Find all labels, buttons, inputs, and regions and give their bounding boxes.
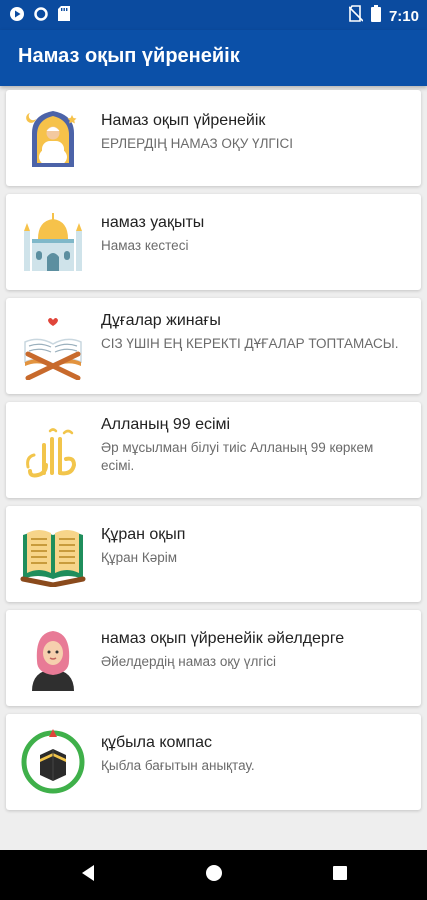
item-subtitle: СІЗ ҮШІН ЕҢ КЕРЕКТІ ДҰҒАЛАР ТОПТАМАСЫ. bbox=[101, 336, 399, 351]
clock: 7:10 bbox=[388, 7, 419, 25]
item-subtitle: Әйелдердің намаз оқу үлгісі bbox=[101, 654, 277, 669]
item-title: Алланың 99 есімі bbox=[101, 416, 231, 433]
item-title: намаз оқып үйренейік әйелдерге bbox=[101, 630, 345, 647]
sd-card-icon bbox=[58, 6, 70, 26]
app-bar: Намаз оқып үйренейік bbox=[0, 30, 427, 86]
quran-stand-icon bbox=[20, 314, 86, 381]
item-title: намаз уақыты bbox=[101, 214, 205, 231]
list-item-qibla-compass[interactable]: құбыла компас Қыбла бағытын анықтау. bbox=[6, 714, 421, 810]
item-title: құбыла компас bbox=[101, 734, 212, 751]
battery-icon bbox=[370, 5, 381, 27]
kaaba-compass-icon bbox=[20, 729, 86, 795]
item-subtitle: Құран Кәрім bbox=[101, 550, 177, 565]
quran-book-icon bbox=[20, 521, 86, 588]
item-subtitle: ЕРЛЕРДІҢ НАМАЗ ОҚУ ҮЛГІСІ bbox=[101, 136, 293, 151]
item-subtitle: Қыбла бағытын анықтау. bbox=[101, 758, 255, 773]
circle-icon bbox=[34, 6, 48, 26]
back-button[interactable] bbox=[58, 850, 118, 900]
item-title: Намаз оқып үйренейік bbox=[101, 112, 266, 129]
list-item-duas[interactable]: Дұғалар жинағы СІЗ ҮШІН ЕҢ КЕРЕКТІ ДҰҒАЛ… bbox=[6, 298, 421, 394]
mosque-icon bbox=[20, 209, 86, 275]
status-bar: 7:10 bbox=[0, 0, 427, 30]
home-button[interactable] bbox=[184, 850, 244, 900]
recents-button[interactable] bbox=[310, 850, 370, 900]
system-nav-bar bbox=[0, 850, 427, 900]
list-item-99-names[interactable]: Алланың 99 есімі Әр мұсылман білуі тиіс … bbox=[6, 402, 421, 498]
list-item-learn-prayer-men[interactable]: Намаз оқып үйренейік ЕРЛЕРДІҢ НАМАЗ ОҚУ … bbox=[6, 90, 421, 186]
list-item-prayer-times[interactable]: намаз уақыты Намаз кестесі bbox=[6, 194, 421, 290]
page-title: Намаз оқып үйренейік bbox=[18, 45, 240, 67]
play-icon bbox=[10, 6, 24, 26]
no-sim-icon bbox=[348, 5, 364, 27]
home-icon bbox=[205, 864, 223, 887]
item-title: Құран оқып bbox=[101, 526, 186, 543]
hijab-woman-icon bbox=[20, 625, 86, 691]
list-item-learn-prayer-women[interactable]: намаз оқып үйренейік әйелдерге Әйелдерді… bbox=[6, 610, 421, 706]
recents-icon bbox=[332, 865, 348, 886]
item-title: Дұғалар жинағы bbox=[101, 312, 221, 329]
praying-man-icon bbox=[20, 105, 86, 171]
list-item-read-quran[interactable]: Құран оқып Құран Кәрім bbox=[6, 506, 421, 602]
back-icon bbox=[80, 864, 96, 887]
item-subtitle: Әр мұсылман білуі тиіс Алланың 99 көркем… bbox=[101, 440, 374, 473]
allah-calligraphy-icon bbox=[20, 417, 86, 483]
item-subtitle: Намаз кестесі bbox=[101, 238, 189, 253]
